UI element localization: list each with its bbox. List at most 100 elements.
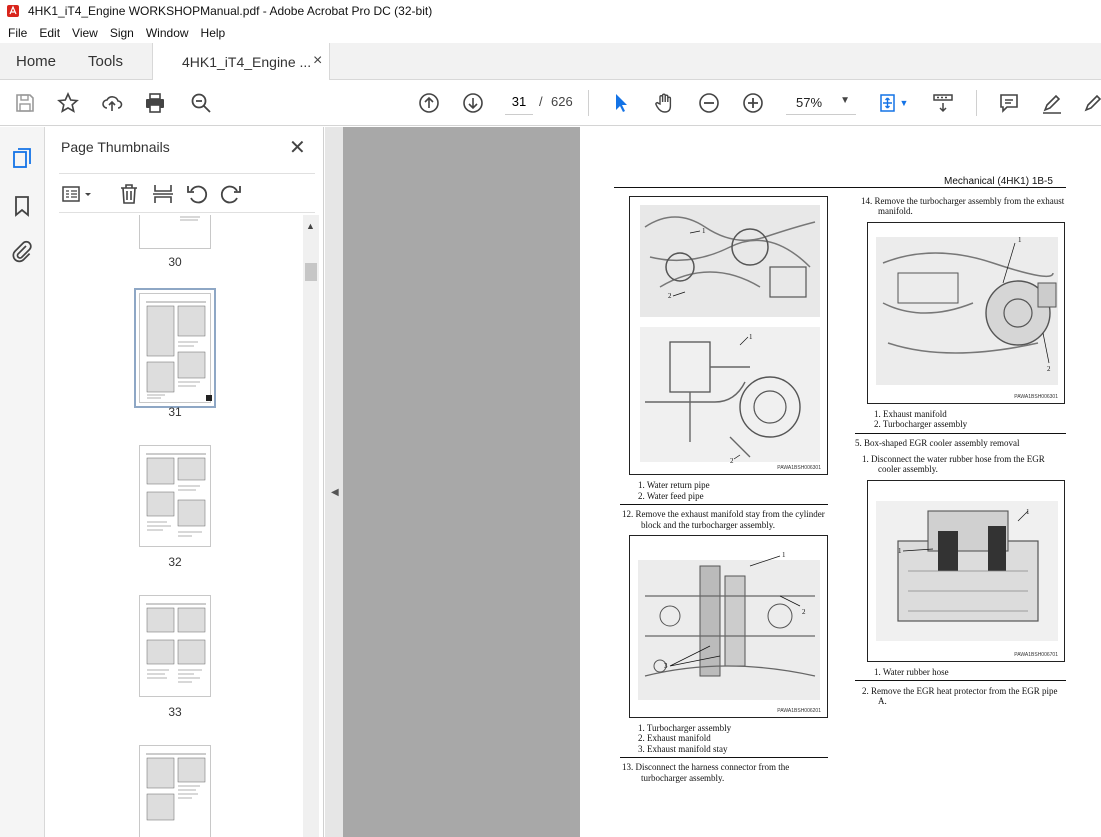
tab-strip: Home Tools 4HK1_iT4_Engine ... × bbox=[0, 43, 1101, 81]
upload-icon[interactable] bbox=[100, 91, 124, 115]
page-header: Mechanical (4HK1) 1B-5 bbox=[944, 176, 1053, 187]
step-5-heading: 5. Box-shaped EGR cooler assembly remova… bbox=[855, 438, 1020, 448]
menu-view[interactable]: View bbox=[66, 26, 104, 40]
svg-text:1: 1 bbox=[898, 547, 902, 555]
figure-caption-item: 1. Exhaust manifold bbox=[874, 409, 947, 419]
comment-icon[interactable] bbox=[997, 91, 1021, 115]
page-thumbnail[interactable] bbox=[139, 745, 211, 837]
figure-code: PAWA1BSH006701 bbox=[1014, 652, 1058, 658]
svg-text:1: 1 bbox=[1018, 236, 1022, 244]
figure-water-pipes: 1 2 1 2 PAWA1BSH006301 bbox=[629, 196, 828, 475]
bookmark-icon[interactable] bbox=[10, 194, 34, 218]
chevron-up-icon[interactable]: ▲ bbox=[306, 221, 315, 231]
svg-text:2: 2 bbox=[730, 457, 734, 465]
thumbnails-panel: Page Thumbnails ✕ 30 31 32 33 ▲ bbox=[45, 127, 324, 837]
section-rule bbox=[855, 680, 1066, 681]
chevron-left-icon[interactable]: ◀ bbox=[331, 487, 339, 498]
zoom-out-icon[interactable] bbox=[697, 91, 721, 115]
title-bar: 4HK1_iT4_Engine WORKSHOPManual.pdf - Ado… bbox=[0, 0, 1101, 22]
figure-code: PAWA1BSH006301 bbox=[777, 465, 821, 471]
figure-caption-item: 1. Water rubber hose bbox=[874, 667, 949, 677]
menu-bar: File Edit View Sign Window Help bbox=[0, 22, 1101, 43]
tab-tools[interactable]: Tools bbox=[88, 53, 123, 70]
zoom-in-icon[interactable] bbox=[741, 91, 765, 115]
panel-title: Page Thumbnails bbox=[61, 139, 170, 155]
page-thumbnail[interactable] bbox=[139, 595, 211, 697]
page-up-icon[interactable] bbox=[417, 91, 441, 115]
page-total: 626 bbox=[551, 94, 573, 109]
extract-pages-icon[interactable] bbox=[151, 182, 175, 206]
page-thumbnail[interactable] bbox=[139, 445, 211, 547]
window-title: 4HK1_iT4_Engine WORKSHOPManual.pdf - Ado… bbox=[28, 4, 433, 18]
menu-window[interactable]: Window bbox=[140, 26, 195, 40]
menu-edit[interactable]: Edit bbox=[33, 26, 66, 40]
zoom-dropdown[interactable]: 57% ▼ bbox=[786, 89, 856, 115]
thumbnail-page-number: 32 bbox=[168, 555, 182, 569]
svg-text:2: 2 bbox=[802, 608, 806, 616]
page-number-input[interactable] bbox=[505, 89, 533, 115]
thumbnail-list: 30 31 32 33 bbox=[59, 215, 303, 837]
page-thumbnail[interactable] bbox=[134, 288, 216, 408]
scroll-mode-icon[interactable] bbox=[931, 91, 955, 115]
thumbnail-toolbar bbox=[59, 173, 315, 213]
thumbnail-page-number: 33 bbox=[168, 705, 182, 719]
step-12-line-1: 12. Remove the exhaust manifold stay fro… bbox=[622, 509, 825, 519]
svg-text:2: 2 bbox=[668, 292, 672, 300]
tab-document-label: 4HK1_iT4_Engine ... bbox=[182, 54, 312, 70]
step-5-1-line-2: cooler assembly. bbox=[878, 464, 938, 474]
figure-caption-item: 2. Exhaust manifold bbox=[638, 733, 711, 743]
svg-text:1: 1 bbox=[749, 333, 753, 341]
close-icon[interactable]: ✕ bbox=[289, 135, 306, 160]
svg-text:3: 3 bbox=[664, 662, 668, 670]
figure-caption-item: 1. Water return pipe bbox=[638, 480, 710, 490]
rotate-right-icon[interactable] bbox=[219, 182, 243, 206]
hand-icon[interactable] bbox=[653, 91, 677, 115]
step-13-line-1: 13. Disconnect the harness connector fro… bbox=[622, 762, 790, 772]
star-icon[interactable] bbox=[56, 91, 80, 115]
tab-home[interactable]: Home bbox=[16, 53, 56, 70]
menu-file[interactable]: File bbox=[2, 26, 33, 40]
step-14-line-1: 14. Remove the turbocharger assembly fro… bbox=[861, 196, 1065, 206]
figure-code: PAWA1BSH006301 bbox=[1014, 394, 1058, 400]
figure-exhaust-manifold-stay: 1 2 3 PAWA1BSH006201 bbox=[629, 535, 828, 718]
thumbnail-page-number: 31 bbox=[168, 405, 182, 419]
step-13-line-2: turbocharger assembly. bbox=[641, 773, 725, 783]
step-5-1-line-1: 1. Disconnect the water rubber hose from… bbox=[862, 454, 1045, 464]
sign-icon[interactable] bbox=[1081, 91, 1101, 115]
page-thumbnails-icon[interactable] bbox=[10, 147, 34, 171]
page-thumbnail[interactable] bbox=[139, 215, 211, 249]
print-icon[interactable] bbox=[143, 91, 167, 115]
page-down-icon[interactable] bbox=[461, 91, 485, 115]
header-rule bbox=[614, 187, 1066, 188]
tab-document[interactable]: 4HK1_iT4_Engine ... × bbox=[152, 43, 330, 81]
thumbnail-page-number: 30 bbox=[168, 255, 182, 269]
acrobat-app-icon bbox=[7, 5, 19, 17]
rotate-left-icon[interactable] bbox=[185, 182, 209, 206]
chevron-down-icon: ▼ bbox=[840, 95, 850, 106]
pdf-page: Mechanical (4HK1) 1B-5 1 2 1 2 PAWA1BSH0… bbox=[580, 127, 1101, 837]
save-icon[interactable] bbox=[13, 91, 37, 115]
panel-collapse-handle[interactable]: ◀ bbox=[325, 127, 343, 837]
delete-icon[interactable] bbox=[117, 182, 141, 206]
attachment-icon[interactable] bbox=[10, 240, 34, 264]
fit-dropdown-icon[interactable]: ▼ bbox=[897, 91, 911, 115]
highlight-icon[interactable] bbox=[1040, 91, 1064, 115]
svg-text:2: 2 bbox=[1047, 365, 1051, 373]
figure-caption-item: 2. Turbocharger assembly bbox=[874, 419, 968, 429]
menu-help[interactable]: Help bbox=[195, 26, 232, 40]
figure-turbocharger: 1 2 PAWA1BSH006301 bbox=[867, 222, 1065, 404]
toolbar-divider bbox=[976, 90, 977, 116]
page-separator: / bbox=[539, 94, 543, 109]
menu-sign[interactable]: Sign bbox=[104, 26, 140, 40]
tab-close-icon[interactable]: × bbox=[313, 52, 322, 70]
thumbnail-options-icon[interactable] bbox=[61, 182, 95, 206]
svg-text:1: 1 bbox=[702, 227, 706, 235]
scrollbar-thumb[interactable] bbox=[305, 263, 317, 281]
figure-code: PAWA1BSH006201 bbox=[777, 708, 821, 714]
find-icon[interactable] bbox=[189, 91, 213, 115]
thumbnail-scrollbar[interactable]: ▲ bbox=[303, 215, 319, 837]
svg-text:1: 1 bbox=[782, 551, 786, 559]
document-viewport[interactable]: ◀ Mechanical (4HK1) 1B-5 1 2 1 2 PAWA1BS… bbox=[325, 127, 1101, 837]
svg-text:1: 1 bbox=[1026, 508, 1030, 516]
cursor-icon[interactable] bbox=[609, 91, 633, 115]
